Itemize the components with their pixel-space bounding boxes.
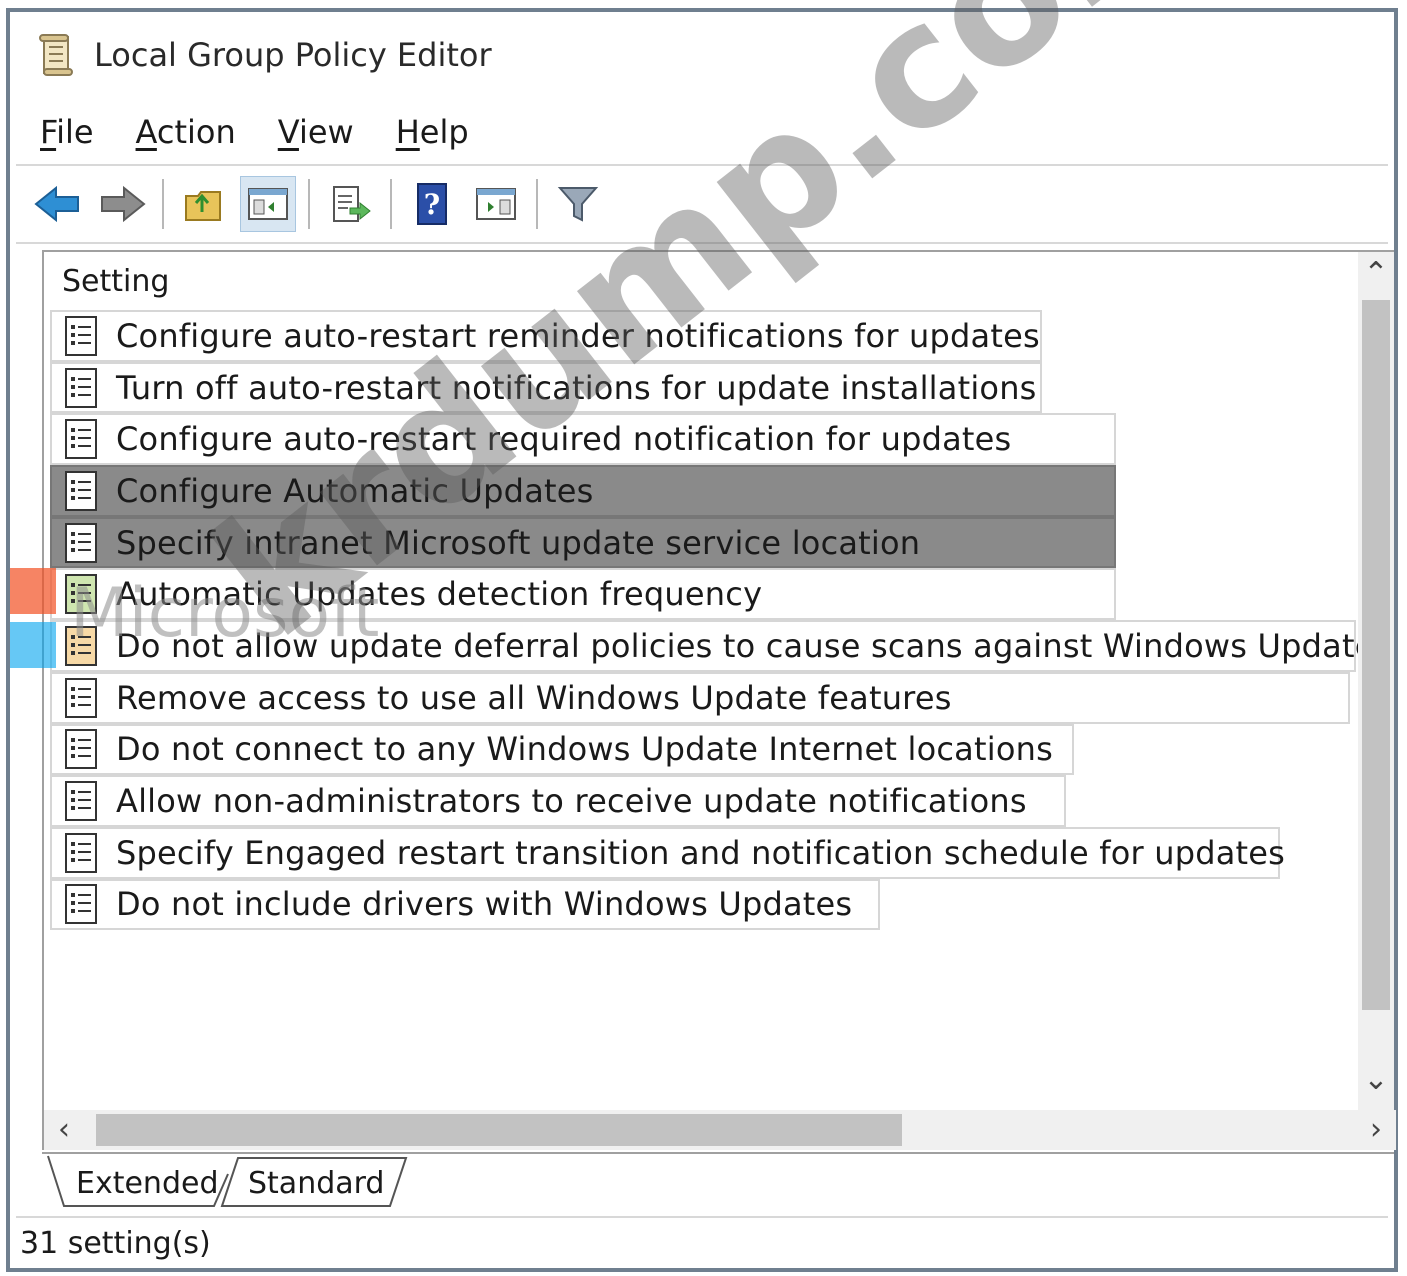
view-tabs: Extended Standard [42,1152,1394,1210]
setting-row[interactable]: Do not include drivers with Windows Upda… [50,878,880,931]
policy-setting-icon [65,367,97,408]
export-list-button[interactable] [322,176,378,232]
setting-row[interactable]: Remove access to use all Windows Update … [50,671,1350,724]
tab-extended[interactable]: Extended [76,1160,219,1208]
setting-label: Configure auto-restart required notifica… [116,420,1012,459]
toolbar-separator [536,179,538,229]
policy-setting-icon [65,832,97,873]
setting-label: Specify intranet Microsoft update servic… [116,523,921,562]
setting-row[interactable]: Automatic Updates detection frequency [50,568,1116,621]
group-policy-editor-icon [39,34,73,76]
tab-standard[interactable]: Standard [248,1160,384,1208]
setting-label: Configure auto-restart reminder notifica… [116,316,1040,355]
export-list-icon [333,186,371,222]
window-title: Local Group Policy Editor [94,36,492,74]
setting-label: Configure Automatic Updates [116,471,594,510]
show-hide-console-tree-button[interactable] [240,176,296,232]
filter-button[interactable] [550,176,606,232]
settings-pane: Setting Configure auto-restart reminder … [42,250,1396,1150]
setting-row[interactable]: Configure auto-restart reminder notifica… [50,310,1042,362]
back-button[interactable] [30,176,86,232]
status-text: 31 setting(s) [20,1225,211,1261]
setting-label: Allow non-administrators to receive upda… [116,782,1027,821]
menu-bar: File Action View Help [10,102,1394,162]
policy-setting-icon [65,574,97,615]
setting-label: Specify Engaged restart transition and n… [116,833,1286,872]
show-hide-tree-icon [248,188,288,220]
setting-label: Automatic Updates detection frequency [116,575,763,614]
scroll-up-icon[interactable]: ⌃ [1358,256,1394,291]
horizontal-scroll-thumb[interactable] [96,1114,902,1146]
setting-label: Turn off auto-restart notifications for … [116,368,1037,407]
title-bar: Local Group Policy Editor [10,12,1394,98]
vertical-scrollbar[interactable]: ⌃ ⌄ [1358,252,1394,1110]
policy-setting-icon [65,522,97,563]
settings-list: Configure auto-restart reminder notifica… [44,310,1374,931]
up-one-level-button[interactable] [176,176,232,232]
horizontal-scrollbar[interactable]: ‹ › [44,1110,1396,1150]
help-button[interactable]: ? [404,176,460,232]
column-header-setting[interactable]: Setting [62,264,169,299]
svg-text:?: ? [424,188,440,221]
policy-setting-icon [65,315,97,356]
policy-setting-icon [65,419,97,460]
toolbar: ? [16,164,1388,244]
vertical-scroll-thumb[interactable] [1362,300,1390,1010]
scroll-down-icon[interactable]: ⌄ [1358,1062,1394,1097]
help-icon: ? [417,183,447,225]
forward-button[interactable] [94,176,150,232]
setting-row[interactable]: Specify Engaged restart transition and n… [50,826,1285,879]
main-window: Local Group Policy Editor File Action Vi… [6,8,1398,1272]
setting-label: Do not include drivers with Windows Upda… [116,885,853,924]
policy-setting-icon [65,884,97,925]
toolbar-separator [390,179,392,229]
menu-file[interactable]: File [40,113,94,151]
menu-action[interactable]: Action [136,113,236,151]
policy-setting-icon [65,677,97,718]
policy-setting-icon [65,625,97,666]
toolbar-separator [162,179,164,229]
setting-row[interactable]: Configure Automatic Updates [50,465,1116,517]
setting-row[interactable]: Turn off auto-restart notifications for … [50,361,1042,414]
menu-help[interactable]: Help [396,113,469,151]
setting-row[interactable]: Do not allow update deferral policies to… [50,620,1374,672]
setting-row[interactable]: Allow non-administrators to receive upda… [50,775,1066,827]
scroll-left-icon[interactable]: ‹ [58,1110,70,1150]
setting-label: Remove access to use all Windows Update … [116,678,952,717]
up-folder-icon [185,191,221,221]
scroll-right-icon[interactable]: › [1370,1110,1382,1150]
setting-row[interactable]: Specify intranet Microsoft update servic… [50,516,1116,569]
show-hide-action-pane-button[interactable] [468,176,524,232]
setting-row[interactable]: Configure auto-restart required notifica… [50,413,1116,466]
status-bar: 31 setting(s) [16,1216,1388,1268]
back-icon [34,185,79,223]
setting-row[interactable]: Do not connect to any Windows Update Int… [50,723,1074,776]
forward-icon [101,185,146,223]
filter-icon [557,187,599,222]
policy-setting-icon [65,729,97,770]
toolbar-separator [308,179,310,229]
policy-setting-icon [65,781,97,822]
setting-label: Do not allow update deferral policies to… [116,626,1375,665]
setting-label: Do not connect to any Windows Update Int… [116,730,1053,769]
show-hide-action-pane-icon [476,188,516,220]
policy-setting-icon [65,470,97,511]
menu-view[interactable]: View [278,113,354,151]
